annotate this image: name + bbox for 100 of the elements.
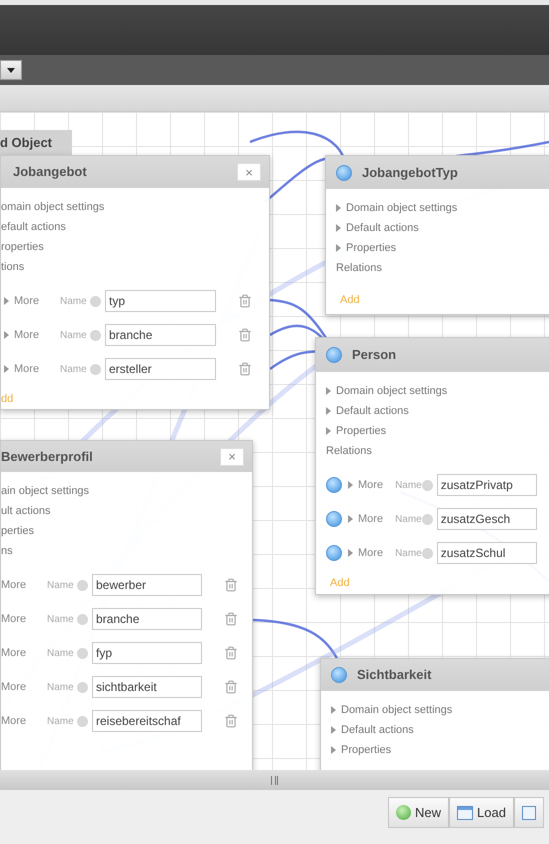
close-button[interactable]: × (237, 163, 261, 181)
delete-trash-icon[interactable] (224, 714, 238, 728)
connector-anchor-icon[interactable] (326, 347, 342, 363)
relations-label: Relations (326, 444, 373, 459)
name-input-field[interactable]: typ (105, 290, 216, 312)
info-icon (77, 614, 88, 624)
window-icon (522, 806, 536, 820)
name-input-field[interactable]: branche (92, 608, 202, 630)
expand-triangle-icon[interactable] (336, 204, 341, 212)
connector-anchor-icon[interactable] (326, 511, 342, 527)
dropdown-button[interactable] (0, 60, 22, 80)
name-input-field[interactable]: zusatzSchul (436, 542, 537, 564)
expand-triangle-icon[interactable] (348, 481, 353, 489)
expand-triangle-icon[interactable] (326, 427, 331, 435)
more-link[interactable]: More (358, 476, 384, 494)
toolbar-button[interactable] (514, 797, 544, 828)
node-title: Jobangebot (13, 163, 87, 182)
more-link[interactable]: More (1, 610, 35, 628)
name-input-field[interactable]: bewerber (92, 574, 202, 596)
info-icon (77, 682, 88, 692)
expand-triangle-icon[interactable] (4, 365, 9, 373)
more-link[interactable]: More (14, 292, 48, 310)
name-input-field[interactable]: ersteller (105, 358, 216, 380)
info-icon (422, 548, 433, 558)
name-label: Name (47, 612, 75, 626)
canvas-tab[interactable]: d Object (0, 130, 72, 155)
relations-label: tions (1, 260, 26, 275)
info-icon (90, 296, 101, 306)
section-link[interactable]: Default actions (341, 722, 414, 738)
delete-trash-icon[interactable] (238, 328, 252, 342)
name-label: Name (60, 328, 88, 342)
section-link[interactable]: efault actions (1, 218, 66, 236)
name-label: Name (47, 646, 75, 660)
more-link[interactable]: More (1, 712, 35, 730)
section-link[interactable]: Default actions (336, 402, 409, 420)
section-link[interactable]: Properties (341, 742, 392, 758)
section-link[interactable]: omain object settings (1, 198, 104, 216)
expand-triangle-icon[interactable] (331, 746, 336, 754)
node-title: Bewerberprofil (1, 448, 93, 466)
section-link[interactable]: Domain object settings (346, 200, 458, 216)
name-label: Name (47, 714, 75, 728)
section-link[interactable]: ain object settings (1, 482, 90, 500)
connector-anchor-icon[interactable] (326, 545, 342, 561)
name-label: Name (395, 546, 422, 560)
more-link[interactable]: More (358, 510, 384, 528)
name-label: Name (47, 578, 75, 592)
relations-label: Relations (336, 261, 383, 276)
expand-triangle-icon[interactable] (336, 224, 341, 232)
more-link[interactable]: More (1, 678, 35, 696)
delete-trash-icon[interactable] (238, 362, 252, 376)
expand-triangle-icon[interactable] (4, 297, 9, 305)
section-link[interactable]: roperties (1, 238, 44, 256)
info-icon (77, 716, 88, 726)
section-link[interactable]: Default actions (346, 220, 419, 236)
node-title: Person (352, 346, 396, 364)
name-input-field[interactable]: sichtbarkeit (92, 676, 202, 698)
more-link[interactable]: More (14, 360, 48, 378)
connector-anchor-icon[interactable] (326, 477, 342, 493)
name-label: Name (395, 512, 422, 526)
connector-anchor-icon[interactable] (331, 667, 347, 683)
section-link[interactable]: Properties (336, 422, 386, 440)
expand-triangle-icon[interactable] (4, 331, 9, 339)
expand-triangle-icon[interactable] (348, 549, 353, 557)
expand-triangle-icon[interactable] (326, 407, 331, 415)
section-link[interactable]: Domain object settings (341, 702, 452, 718)
delete-trash-icon[interactable] (224, 680, 238, 694)
section-link[interactable]: Properties (346, 240, 396, 256)
expand-triangle-icon[interactable] (331, 706, 336, 714)
expand-triangle-icon[interactable] (331, 726, 336, 734)
delete-trash-icon[interactable] (238, 294, 252, 308)
expand-triangle-icon[interactable] (348, 515, 353, 523)
toolbar-button[interactable]: New (388, 797, 450, 828)
more-link[interactable]: More (14, 326, 48, 344)
name-input-field[interactable]: zusatzGesch (436, 508, 537, 530)
expand-triangle-icon[interactable] (326, 387, 331, 395)
delete-trash-icon[interactable] (224, 612, 238, 626)
more-link[interactable]: More (1, 576, 35, 594)
name-input-field[interactable]: fyp (92, 642, 202, 664)
name-label: Name (60, 362, 88, 376)
info-icon (422, 514, 433, 524)
info-icon (77, 580, 88, 590)
name-input-field[interactable]: reisebereitschaf (92, 710, 202, 732)
more-link[interactable]: More (1, 644, 35, 662)
section-link[interactable]: perties (1, 522, 34, 540)
name-label: Name (395, 478, 422, 492)
caret-icon (7, 68, 15, 72)
node-title: JobangebotTyp (362, 164, 458, 182)
toolbar-button[interactable]: Load (449, 797, 514, 828)
relations-label: ns (1, 544, 14, 559)
section-link[interactable]: Domain object settings (336, 382, 448, 400)
expand-triangle-icon[interactable] (336, 244, 341, 252)
delete-trash-icon[interactable] (224, 578, 238, 592)
more-link[interactable]: More (358, 544, 384, 562)
name-input-field[interactable]: branche (105, 324, 216, 346)
name-input-field[interactable]: zusatzPrivatp (436, 474, 537, 496)
connector-anchor-icon[interactable] (336, 164, 352, 180)
delete-trash-icon[interactable] (224, 646, 238, 660)
section-link[interactable]: ult actions (1, 502, 51, 520)
info-icon (90, 364, 101, 374)
close-button[interactable]: × (220, 448, 244, 466)
